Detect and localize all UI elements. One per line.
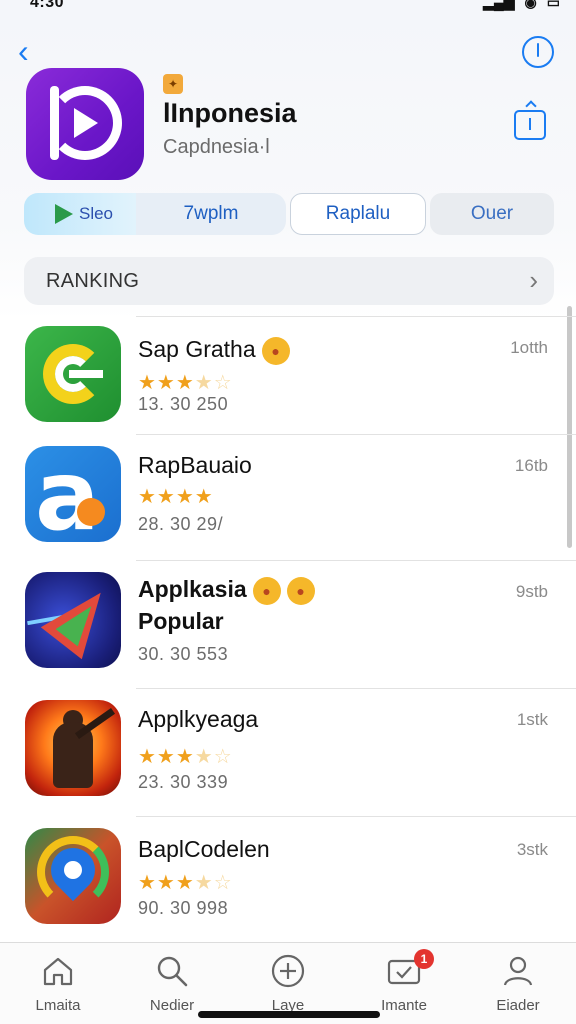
battery-icon: ▭ bbox=[546, 0, 560, 10]
editor-badge-icon: ✦ bbox=[163, 74, 183, 94]
app-count: 30. 30 553 bbox=[138, 644, 229, 664]
divider bbox=[136, 316, 576, 317]
app-icon-map bbox=[25, 828, 121, 924]
back-button[interactable]: ‹ bbox=[18, 35, 44, 67]
app-name: Sap Gratha ● bbox=[138, 336, 290, 365]
tab-label: Lmaita bbox=[35, 997, 81, 1014]
home-indicator[interactable] bbox=[198, 1011, 380, 1018]
app-meta: 16tb bbox=[514, 456, 548, 475]
profile-icon bbox=[503, 956, 533, 986]
divider bbox=[136, 560, 576, 561]
rating-stars: ★★★★☆ bbox=[138, 746, 233, 768]
tab-profile[interactable]: Eiader bbox=[468, 943, 568, 1024]
list-item[interactable]: a RapBauaio 16tb ★★★★ 28. 30 29/ bbox=[0, 434, 576, 560]
rating-stars: ★★★★☆ bbox=[138, 872, 233, 894]
ranking-header[interactable]: RANKING › bbox=[24, 257, 554, 305]
divider bbox=[136, 816, 576, 817]
divider bbox=[136, 434, 576, 435]
add-circle-icon bbox=[271, 954, 305, 988]
status-icons: ▂▄▆ ◉ ▭ bbox=[483, 0, 560, 11]
list-item[interactable]: Applkyeaga 1stk ★★★★☆ 23. 30 339 bbox=[0, 688, 576, 816]
tab-label: Eiader bbox=[496, 997, 540, 1014]
app-name: RapBauaio bbox=[138, 452, 252, 478]
info-icon[interactable] bbox=[522, 36, 554, 68]
status-time: 4:30 bbox=[30, 0, 65, 11]
list-item[interactable]: Applkasia ● ● Popular 9stb 30. 30 553 bbox=[0, 560, 576, 688]
tab-home[interactable]: Lmaita bbox=[8, 943, 108, 1024]
app-meta: 9stb bbox=[515, 582, 548, 601]
search-icon bbox=[157, 956, 188, 987]
wifi-icon: ◉ bbox=[524, 0, 537, 10]
segment-label: Raplalu bbox=[325, 203, 391, 224]
app-icon bbox=[26, 68, 144, 180]
app-name-text: Sap Gratha bbox=[138, 336, 256, 362]
segment-label: Ouer bbox=[470, 203, 514, 224]
app-icon-green bbox=[25, 326, 121, 422]
app-name: Applkyeaga bbox=[138, 706, 259, 732]
share-icon[interactable] bbox=[514, 110, 546, 140]
segment-control: Sleo 7wplm Raplalu Ouer bbox=[24, 193, 554, 237]
app-count: 28. 30 29/ bbox=[138, 514, 224, 534]
segment-play[interactable]: Sleo bbox=[24, 193, 144, 235]
app-count: 23. 30 339 bbox=[138, 772, 229, 792]
divider bbox=[136, 688, 576, 689]
app-icon-action bbox=[25, 700, 121, 796]
ranking-title: RANKING bbox=[46, 270, 140, 292]
rating-stars: ★★★★ bbox=[138, 486, 214, 508]
chevron-right-icon: › bbox=[529, 265, 538, 295]
app-name-line2: Popular bbox=[138, 608, 224, 634]
app-name-text: Applkasia bbox=[138, 576, 247, 602]
app-count: 13. 30 250 bbox=[138, 394, 229, 414]
app-name: Applkasia ● ● bbox=[138, 576, 315, 605]
segment-4[interactable]: Ouer bbox=[430, 193, 554, 235]
home-icon bbox=[43, 957, 73, 986]
rating-stars: ★★★★☆ bbox=[138, 372, 233, 394]
list-item[interactable]: BaplCodelen 3stk ★★★★☆ 90. 30 998 bbox=[0, 816, 576, 942]
app-meta: 3stk bbox=[516, 840, 548, 859]
signal-icon: ▂▄▆ bbox=[483, 0, 515, 10]
emoji-icon: ● bbox=[252, 576, 281, 605]
app-meta: 1otth bbox=[510, 338, 548, 357]
app-subtitle: Capdnesia·l bbox=[163, 136, 270, 158]
app-meta: 1stk bbox=[516, 710, 548, 729]
emoji-icon: ● bbox=[261, 336, 290, 365]
status-bar: 4:30 ▂▄▆ ◉ ▭ bbox=[0, 0, 576, 16]
segment-3[interactable]: Raplalu bbox=[290, 193, 426, 235]
notification-badge: 1 bbox=[414, 949, 434, 969]
app-title: lInponesia bbox=[163, 98, 297, 128]
app-icon-space bbox=[25, 572, 121, 668]
app-icon-blue: a bbox=[25, 446, 121, 542]
segment-2[interactable]: 7wplm bbox=[136, 193, 286, 235]
segment-label: 7wplm bbox=[183, 203, 239, 224]
google-play-icon bbox=[54, 204, 73, 224]
emoji-icon: ● bbox=[286, 576, 315, 605]
list-item[interactable]: Sap Gratha ● 1otth ★★★★☆ 13. 30 250 bbox=[0, 316, 576, 434]
segment-label: Sleo bbox=[78, 204, 114, 223]
app-count: 90. 30 998 bbox=[138, 898, 229, 918]
app-name: BaplCodelen bbox=[138, 836, 270, 862]
